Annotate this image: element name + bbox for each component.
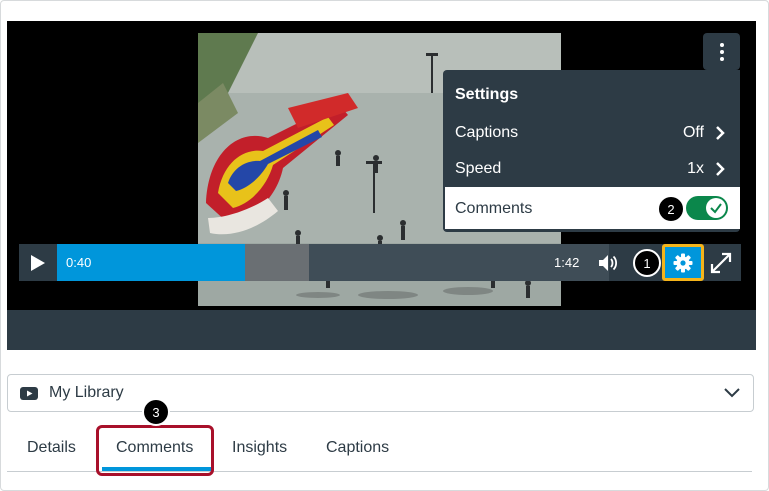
library-label: My Library <box>49 384 124 401</box>
more-options-button[interactable] <box>703 33 740 70</box>
tab-captions[interactable]: Captions <box>326 439 389 457</box>
youtube-icon <box>20 387 38 400</box>
kebab-icon <box>719 42 724 61</box>
tab-details[interactable]: Details <box>27 439 76 457</box>
speed-label: Speed <box>455 160 502 177</box>
menu-item-comments[interactable]: Comments <box>443 187 740 229</box>
toggle-knob <box>706 198 726 218</box>
chevron-down-icon <box>724 388 740 398</box>
chevron-right-icon <box>716 126 725 140</box>
checkmark-icon <box>710 203 722 214</box>
menu-item-captions[interactable]: Captions Off <box>443 115 740 151</box>
fullscreen-icon <box>710 252 732 274</box>
captions-value: Off <box>682 124 704 141</box>
chevron-right-icon <box>716 162 725 176</box>
settings-menu-title: Settings <box>455 86 519 103</box>
volume-button[interactable] <box>597 252 619 274</box>
gear-icon <box>673 253 693 272</box>
progress-bar[interactable] <box>57 244 609 281</box>
menu-item-speed[interactable]: Speed 1x <box>443 151 740 187</box>
duration: 1:42 <box>554 255 580 270</box>
comments-toggle[interactable] <box>686 196 728 220</box>
settings-button[interactable] <box>662 244 704 281</box>
library-select[interactable]: My Library <box>7 374 754 412</box>
comments-label: Comments <box>455 200 533 217</box>
tab-comments-highlight <box>96 425 214 476</box>
volume-icon <box>599 255 618 271</box>
play-icon <box>31 254 45 271</box>
callout-2: 2 <box>657 195 685 223</box>
play-button[interactable] <box>19 244 57 281</box>
callout-3: 3 <box>142 398 170 426</box>
tab-insights[interactable]: Insights <box>232 439 287 457</box>
fullscreen-button[interactable] <box>709 251 733 275</box>
current-time: 0:40 <box>66 255 92 270</box>
captions-label: Captions <box>455 124 519 141</box>
callout-1: 1 <box>633 249 661 277</box>
speed-value: 1x <box>687 160 704 177</box>
player-footer-band <box>7 310 756 350</box>
settings-menu: Settings Captions Off Speed 1x Comments <box>443 70 740 232</box>
